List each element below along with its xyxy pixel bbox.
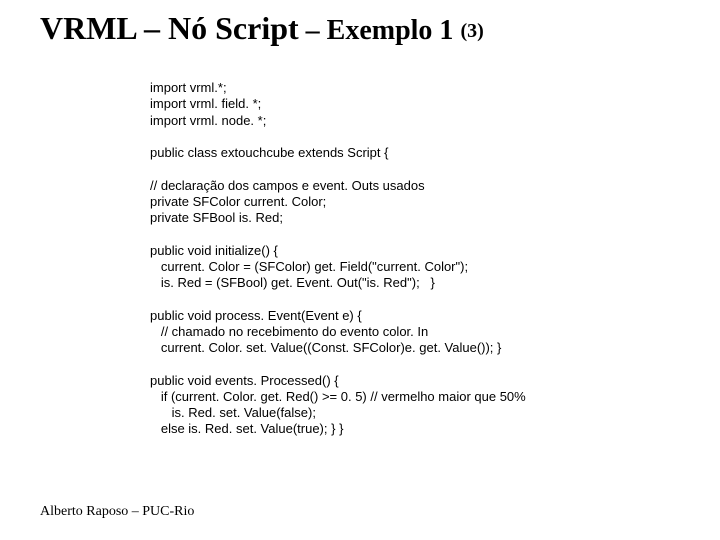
code-line: import vrml. node. *; [150,113,266,128]
code-line: import vrml. field. *; [150,96,261,111]
code-line: is. Red = (SFBool) get. Event. Out("is. … [150,275,435,290]
code-line: public void process. Event(Event e) { [150,308,362,323]
code-line: is. Red. set. Value(false); [150,405,316,420]
code-line: private SFColor current. Color; [150,194,326,209]
code-line: if (current. Color. get. Red() >= 0. 5) … [150,389,526,404]
slide-title: VRML – Nó Script – Exemplo 1 (3) [40,10,700,47]
code-line: // chamado no recebimento do evento colo… [150,324,428,339]
title-part-2: – Exemplo 1 [299,15,461,46]
code-line: import vrml.*; [150,80,227,95]
code-line: private SFBool is. Red; [150,210,283,225]
slide: VRML – Nó Script – Exemplo 1 (3) import … [0,0,720,540]
title-part-1: VRML – Nó Script [40,10,299,46]
code-block: import vrml.*; import vrml. field. *; im… [150,80,526,438]
code-line: current. Color = (SFColor) get. Field("c… [150,259,468,274]
code-line: else is. Red. set. Value(true); } } [150,421,343,436]
footer-attribution: Alberto Raposo – PUC-Rio [40,504,194,520]
title-part-3: (3) [460,20,483,42]
code-line: // declaração dos campos e event. Outs u… [150,178,425,193]
code-line: current. Color. set. Value((Const. SFCol… [150,340,501,355]
code-line: public class extouchcube extends Script … [150,145,388,160]
code-line: public void initialize() { [150,243,278,258]
code-line: public void events. Processed() { [150,373,339,388]
